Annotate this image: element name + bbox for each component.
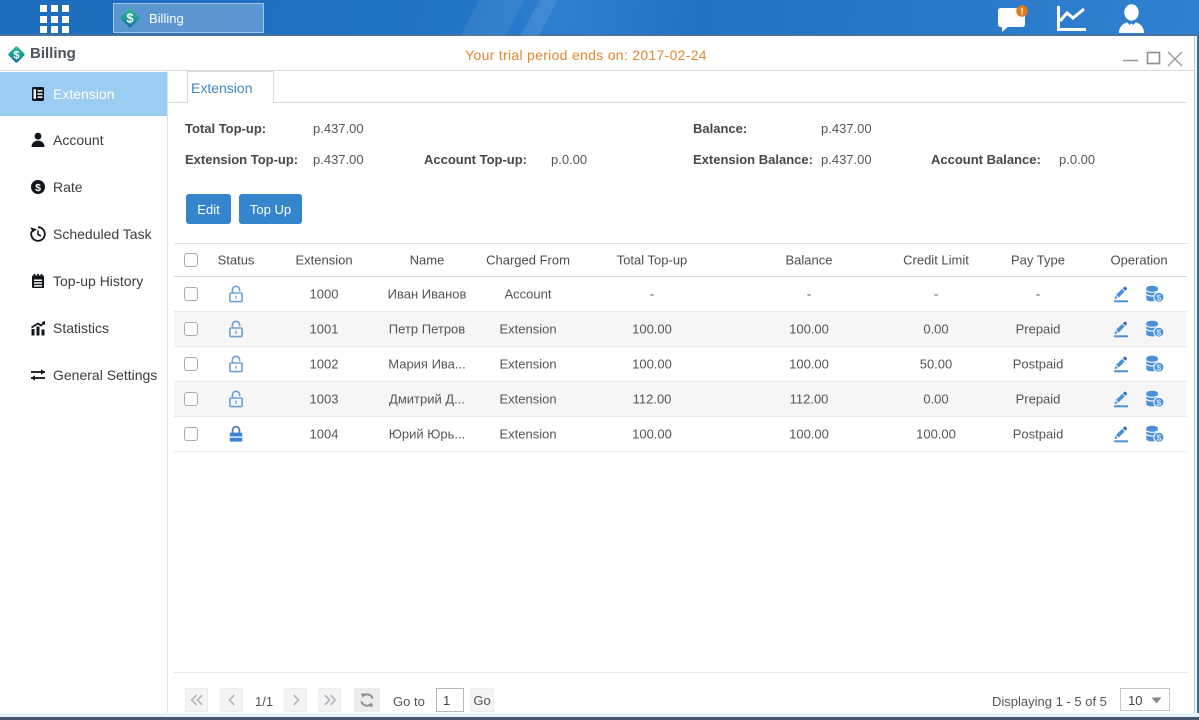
svg-text:$: $ [1157,327,1162,337]
svg-text:!: ! [1021,7,1024,17]
svg-text:$: $ [126,11,134,26]
svg-text:$: $ [1157,292,1162,302]
svg-text:$: $ [1157,397,1162,407]
svg-text:$: $ [1157,362,1162,372]
svg-text:$: $ [13,49,20,61]
svg-text:$: $ [35,182,41,194]
svg-text:$: $ [1157,432,1162,442]
